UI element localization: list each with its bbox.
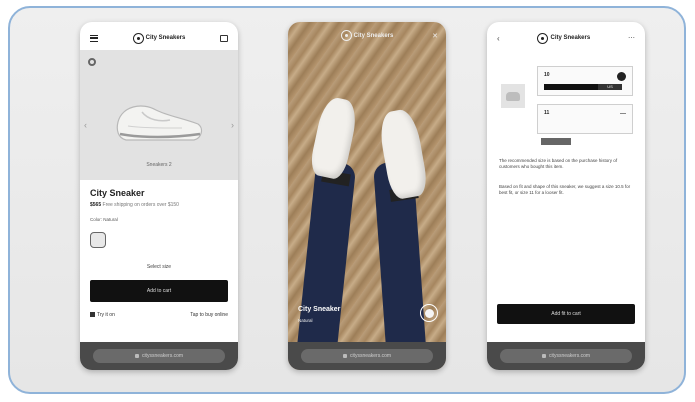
product-price: $565 Free shipping on orders over $150 — [90, 202, 179, 208]
try-on-label: Try it on — [97, 312, 115, 318]
logo-text: City Sneakers — [550, 35, 591, 41]
logo-mark-icon — [340, 30, 352, 41]
product-thumbnail — [501, 84, 525, 108]
url-field[interactable]: cityssneakers.com — [301, 349, 433, 363]
fit-advice-text: Based on fit and shape of this sneaker, … — [499, 184, 631, 195]
capture-button[interactable] — [420, 304, 438, 322]
price-note: Free shipping on orders over $150 — [102, 202, 179, 208]
price-value: $565 — [90, 202, 102, 208]
ar-try-on-screen: City Sneakers ✕ City Sneaker Natural cit… — [288, 22, 446, 370]
product-name: City Sneaker — [90, 188, 145, 198]
size-tag — [541, 138, 571, 145]
showcase-frame: City Sneakers ‹ › Sneakers 2 City Sneake… — [8, 6, 686, 394]
size-recommendation-screen: ‹ City Sneakers ⋯ 10 US 11 The recommend… — [487, 22, 645, 370]
url-text: cityssneakers.com — [349, 353, 392, 359]
logo-mark-icon — [537, 32, 549, 44]
ar-product-variant: Natural — [298, 318, 313, 323]
sneaker-image — [116, 105, 203, 141]
color-label: Color: Natural — [90, 217, 118, 222]
ar-product-name: City Sneaker — [298, 306, 341, 313]
ar-top-bar: City Sneakers — [288, 30, 446, 41]
menu-icon[interactable] — [90, 34, 98, 42]
top-bar: City Sneakers — [80, 30, 238, 46]
more-icon[interactable]: ⋯ — [628, 34, 635, 42]
url-text: cityssneakers.com — [548, 353, 591, 359]
url-field[interactable]: cityssneakers.com — [500, 349, 632, 363]
settings-icon[interactable] — [88, 58, 96, 66]
selected-icon — [617, 72, 626, 81]
product-image-carousel[interactable]: ‹ › Sneakers 2 — [80, 50, 238, 180]
logo-mark-icon — [132, 32, 144, 44]
image-caption: Sneakers 2 — [146, 162, 172, 168]
browser-bar: cityssneakers.com — [288, 342, 446, 370]
fit-bar-label: US — [598, 84, 622, 90]
chevron-right-icon[interactable]: › — [231, 120, 234, 130]
chevron-left-icon[interactable]: ‹ — [84, 120, 87, 130]
close-icon[interactable]: ✕ — [432, 32, 438, 40]
browser-bar: cityssneakers.com — [487, 342, 645, 370]
url-text: cityssneakers.com — [141, 353, 184, 359]
color-swatch[interactable] — [90, 232, 106, 248]
action-row: Try it on Tap to buy online — [90, 312, 228, 318]
size-value-alt: 11 — [544, 110, 550, 116]
try-on-button[interactable]: Try it on — [90, 312, 115, 318]
size-card-secondary[interactable]: 11 — [537, 104, 633, 134]
size-card-primary[interactable]: 10 US — [537, 66, 633, 96]
back-icon[interactable]: ‹ — [497, 34, 500, 43]
left-leg — [295, 160, 357, 364]
browser-bar: cityssneakers.com — [80, 342, 238, 370]
buy-online-link[interactable]: Tap to buy online — [190, 312, 228, 318]
add-fit-to-cart-button[interactable]: Add fit to cart — [497, 304, 635, 324]
logo-text: City Sneakers — [353, 32, 394, 39]
add-to-cart-button[interactable]: Add to cart — [90, 280, 228, 302]
product-page-screen: City Sneakers ‹ › Sneakers 2 City Sneake… — [80, 22, 238, 370]
logo: City Sneakers — [132, 32, 186, 44]
logo: City Sneakers — [537, 32, 591, 44]
select-size-link[interactable]: Select size — [80, 264, 238, 270]
recommendation-text: The recommended size is based on the pur… — [499, 158, 618, 169]
camera-icon — [90, 312, 95, 318]
logo-text: City Sneakers — [145, 35, 186, 41]
minus-icon[interactable] — [620, 113, 626, 115]
logo: City Sneakers — [340, 30, 394, 41]
lock-icon — [541, 354, 546, 358]
fit-bar — [544, 84, 598, 90]
cart-icon[interactable] — [219, 34, 228, 42]
url-field[interactable]: cityssneakers.com — [93, 349, 225, 363]
size-value: 10 — [544, 72, 550, 78]
top-bar: ‹ City Sneakers ⋯ — [487, 30, 645, 46]
lock-icon — [342, 354, 347, 358]
lock-icon — [134, 354, 139, 358]
